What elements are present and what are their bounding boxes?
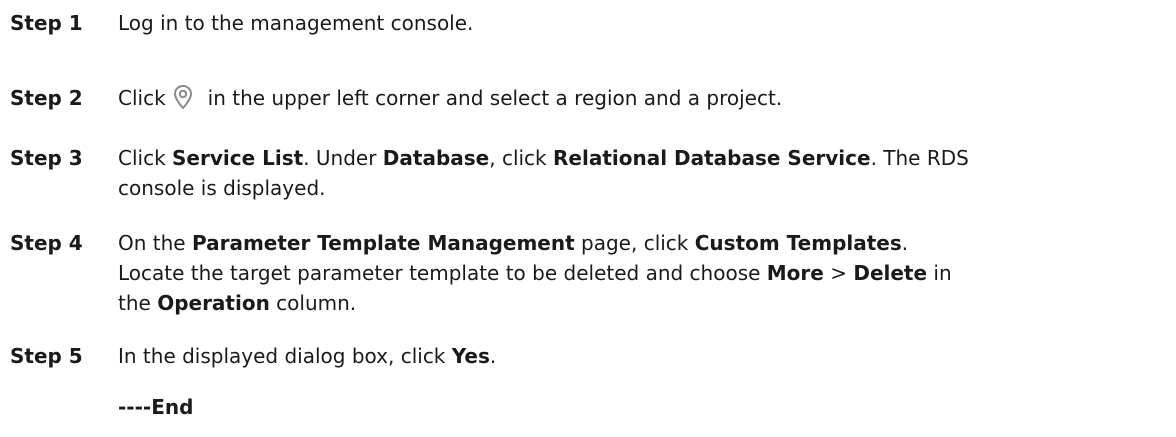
step-text-segment: page, click bbox=[574, 231, 695, 255]
step-text-segment: the bbox=[118, 291, 158, 315]
step-text-segment: , click bbox=[489, 146, 553, 170]
step-text-segment: On the bbox=[118, 231, 192, 255]
step-label: Step 1 bbox=[10, 11, 83, 35]
bold-term: Service List bbox=[172, 146, 304, 170]
step-text-segment: in bbox=[927, 261, 952, 285]
step-text-segment: Click bbox=[118, 146, 173, 170]
step-text-segment: column. bbox=[269, 291, 357, 315]
step-text-segment: Locate the target parameter template to … bbox=[118, 261, 767, 285]
step-text-segment: . bbox=[489, 344, 497, 368]
bold-term: Database bbox=[382, 146, 490, 170]
location-pin-icon bbox=[173, 85, 192, 109]
step-text-segment: Log in to the management console. bbox=[118, 11, 474, 35]
step-text-segment: > bbox=[823, 261, 854, 285]
step-label: Step 2 bbox=[10, 86, 83, 110]
step-text-segment: . The RDS bbox=[870, 146, 969, 170]
bold-term: Relational Database Service bbox=[553, 146, 871, 170]
step-text-segment: . Under bbox=[303, 146, 383, 170]
bold-term: Operation bbox=[157, 291, 270, 315]
bold-term: Parameter Template Management bbox=[191, 231, 575, 255]
step-text: Click Service List. Under Database, clic… bbox=[118, 143, 1158, 203]
step-text-before-icon: Click bbox=[118, 86, 166, 110]
bold-term: Custom Templates bbox=[694, 231, 902, 255]
step-text-after-icon: in the upper left corner and select a re… bbox=[207, 86, 783, 110]
step-text-segment: In the displayed dialog box, click bbox=[118, 344, 452, 368]
step-label: Step 4 bbox=[10, 231, 83, 255]
step-text: Log in to the management console. bbox=[118, 8, 1158, 38]
step-label: Step 5 bbox=[10, 344, 83, 368]
step-text: On the Parameter Template Management pag… bbox=[118, 228, 1158, 318]
bold-term: Delete bbox=[853, 261, 928, 285]
bold-term: Yes bbox=[451, 344, 490, 368]
step-label: Step 3 bbox=[10, 146, 83, 170]
bold-term: More bbox=[766, 261, 824, 285]
step-text-segment: . bbox=[901, 231, 909, 255]
step-text-segment: console is displayed. bbox=[118, 176, 326, 200]
location-pin-dot bbox=[178, 89, 187, 99]
step-text: In the displayed dialog box, click Yes. bbox=[118, 341, 1158, 371]
step-text: Click in the upper left corner and selec… bbox=[118, 83, 1158, 113]
end-marker: ----End bbox=[118, 395, 194, 419]
